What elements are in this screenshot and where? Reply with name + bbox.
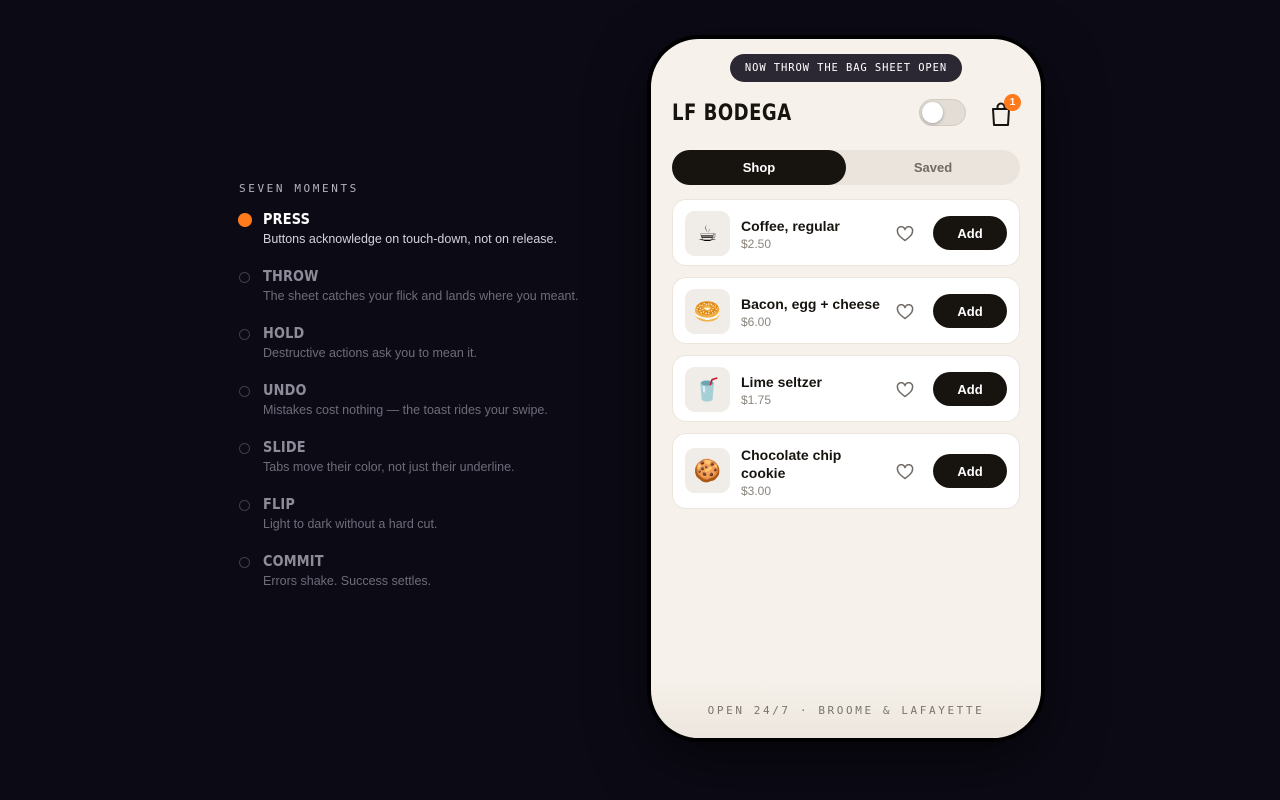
moment-dot-icon (239, 443, 250, 454)
moment-name: FLIP (263, 495, 295, 513)
moment-undo[interactable]: UNDO Mistakes cost nothing — the toast r… (239, 380, 619, 437)
moment-name: THROW (263, 267, 319, 285)
add-button[interactable]: Add (933, 216, 1007, 250)
drink-icon: 🥤 (685, 367, 730, 412)
moment-dot-icon (239, 557, 250, 568)
moment-name: UNDO (263, 381, 307, 399)
moment-dot-icon (239, 500, 250, 511)
add-button[interactable]: Add (933, 294, 1007, 328)
moment-desc: Light to dark without a hard cut. (263, 517, 438, 531)
phone-screen: NOW THROW THE BAG SHEET OPEN LF BODEGA 1… (651, 39, 1041, 738)
moment-name: PRESS (263, 210, 311, 228)
bagel-icon: 🥯 (685, 289, 730, 334)
tab-saved[interactable]: Saved (846, 150, 1020, 185)
moment-press[interactable]: PRESS Buttons acknowledge on touch-down,… (238, 209, 619, 266)
cookie-icon: 🍪 (685, 448, 730, 493)
tab-shop[interactable]: Shop (672, 150, 846, 185)
moment-hold[interactable]: HOLD Destructive actions ask you to mean… (239, 323, 619, 380)
product-price: $6.00 (741, 315, 772, 329)
product-name: Lime seltzer (741, 374, 822, 390)
product-card: 🍪 Chocolate chip cookie $3.00 Add (672, 433, 1020, 509)
moment-dot-icon (239, 386, 250, 397)
moment-desc: Destructive actions ask you to mean it. (263, 346, 477, 360)
footer-text: OPEN 24/7 · BROOME & LAFAYETTE (707, 704, 985, 717)
product-name: Coffee, regular (741, 218, 840, 234)
moment-name: HOLD (263, 324, 305, 342)
brand-title: LF BODEGA (672, 101, 792, 126)
heart-icon[interactable] (896, 226, 914, 242)
moment-slide[interactable]: SLIDE Tabs move their color, not just th… (239, 437, 619, 494)
moment-dot-icon (239, 329, 250, 340)
moment-desc: The sheet catches your flick and lands w… (263, 289, 579, 303)
product-name: Bacon, egg + cheese (741, 296, 880, 312)
theme-toggle[interactable] (919, 99, 966, 126)
product-price: $2.50 (741, 237, 772, 251)
tab-bar: Shop Saved (672, 150, 1020, 185)
moment-throw[interactable]: THROW The sheet catches your flick and l… (239, 266, 619, 323)
moment-dot-icon (239, 272, 250, 283)
product-card: 🥯 Bacon, egg + cheese $6.00 Add (672, 277, 1020, 344)
moment-desc: Mistakes cost nothing — the toast rides … (263, 403, 548, 417)
product-price: $1.75 (741, 393, 772, 407)
moment-dot-active-icon (238, 213, 252, 227)
moment-flip[interactable]: FLIP Light to dark without a hard cut. (239, 494, 619, 551)
moment-desc: Errors shake. Success settles. (263, 574, 432, 588)
bag-count-badge: 1 (1004, 94, 1021, 111)
moment-name: SLIDE (263, 438, 306, 456)
heart-icon[interactable] (896, 382, 914, 398)
product-card: 🥤 Lime seltzer $1.75 Add (672, 355, 1020, 422)
moments-panel: SEVEN MOMENTS PRESS Buttons acknowledge … (238, 182, 619, 608)
product-name: Chocolate chip cookie (741, 447, 842, 481)
heart-icon[interactable] (896, 304, 914, 320)
product-price: $3.00 (741, 484, 772, 498)
moment-commit[interactable]: COMMIT Errors shake. Success settles. (239, 551, 619, 608)
status-pill: NOW THROW THE BAG SHEET OPEN (730, 54, 962, 82)
add-button[interactable]: Add (933, 454, 1007, 488)
moment-name: COMMIT (263, 552, 324, 570)
heart-icon[interactable] (896, 464, 914, 480)
toggle-knob (922, 102, 943, 123)
moments-title: SEVEN MOMENTS (239, 182, 359, 195)
add-button[interactable]: Add (933, 372, 1007, 406)
moment-desc: Tabs move their color, not just their un… (263, 460, 515, 474)
product-card: ☕ Coffee, regular $2.50 Add (672, 199, 1020, 266)
moment-desc: Buttons acknowledge on touch-down, not o… (263, 232, 557, 246)
coffee-icon: ☕ (685, 211, 730, 256)
